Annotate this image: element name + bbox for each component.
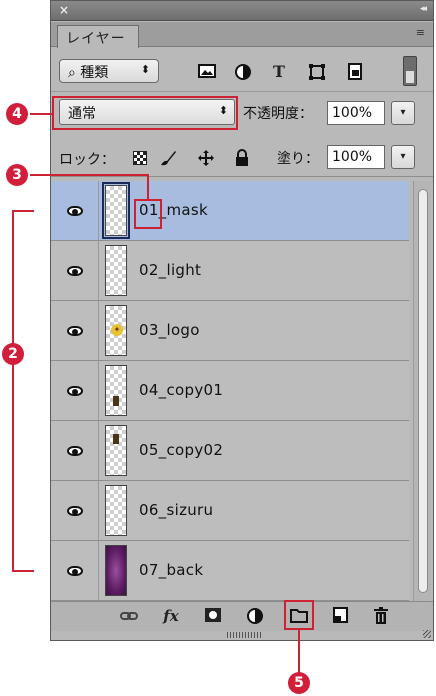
- fill-dropdown-button[interactable]: ▾: [391, 145, 415, 169]
- layer-row[interactable]: ✦ 03_logo: [51, 301, 409, 361]
- lock-row: ロック： 塗り： 100% ▾: [51, 137, 433, 177]
- panel-title-bar: × ◂◂: [51, 1, 433, 21]
- tab-layers[interactable]: レイヤー: [57, 25, 139, 48]
- lock-transparent-icon[interactable]: [131, 149, 149, 167]
- layer-name[interactable]: 02_light: [139, 261, 201, 279]
- copy-thumb-mark: [113, 434, 119, 444]
- highlight-folder-button: [284, 600, 314, 630]
- layer-thumbnail: [105, 425, 127, 476]
- adjustment-icon[interactable]: [245, 606, 265, 626]
- layer-row[interactable]: 01_mask: [51, 181, 409, 241]
- opacity-field[interactable]: 100%: [327, 101, 385, 125]
- bracket-bottom-2: [12, 570, 34, 572]
- callout-2: 2: [2, 343, 24, 365]
- leader-line-3: [30, 174, 148, 176]
- layer-name[interactable]: 06_sizuru: [139, 501, 213, 519]
- tab-row: レイヤー ≡: [51, 22, 433, 48]
- shape-filter-icon[interactable]: [307, 63, 327, 81]
- panel-menu-icon[interactable]: ≡: [416, 26, 425, 39]
- visibility-cell[interactable]: [51, 481, 99, 540]
- lock-pixels-icon[interactable]: [159, 149, 177, 167]
- layer-row[interactable]: 02_light: [51, 241, 409, 301]
- layer-thumbnail: [102, 182, 130, 239]
- smart-object-filter-icon[interactable]: [345, 63, 365, 81]
- visibility-cell[interactable]: [51, 301, 99, 360]
- visibility-cell[interactable]: [51, 361, 99, 420]
- layer-row[interactable]: 05_copy02: [51, 421, 409, 481]
- visibility-cell[interactable]: [51, 541, 99, 600]
- eye-icon[interactable]: [67, 266, 83, 276]
- filter-toggle[interactable]: [403, 56, 417, 86]
- trash-icon[interactable]: [371, 606, 391, 626]
- fx-icon[interactable]: fx: [161, 606, 181, 626]
- layers-scrollbar[interactable]: [413, 181, 431, 601]
- filter-row: ⌕ 種類 ⬍ T: [51, 50, 433, 92]
- lock-label: ロック：: [59, 152, 115, 168]
- copy-thumb-mark: [113, 396, 119, 406]
- layer-thumbnail: [105, 485, 127, 536]
- leader-line-4: [30, 113, 54, 115]
- panel-bottom-bar: fx: [51, 601, 433, 631]
- eye-icon[interactable]: [67, 326, 83, 336]
- new-layer-icon[interactable]: [331, 606, 351, 626]
- close-icon[interactable]: ×: [59, 3, 69, 17]
- highlight-thumbnail-border: [134, 199, 162, 229]
- mask-icon[interactable]: [203, 606, 223, 626]
- visibility-cell[interactable]: [51, 181, 99, 240]
- scroll-thumb[interactable]: [418, 189, 428, 593]
- eye-icon[interactable]: [67, 506, 83, 516]
- resize-grip[interactable]: [227, 632, 261, 638]
- visibility-cell[interactable]: [51, 241, 99, 300]
- layer-thumbnail: [105, 545, 127, 596]
- eye-icon[interactable]: [67, 386, 83, 396]
- layer-thumbnail: [105, 365, 127, 416]
- opacity-label: 不透明度：: [243, 106, 313, 122]
- layer-list: 01_mask 02_light ✦ 03_logo 04_copy01 05_…: [51, 181, 409, 601]
- layer-name[interactable]: 07_back: [139, 561, 203, 579]
- link-icon[interactable]: [119, 606, 139, 626]
- search-icon: ⌕: [68, 65, 76, 81]
- leader-line-5: [298, 630, 300, 674]
- layer-row[interactable]: 06_sizuru: [51, 481, 409, 541]
- layer-name[interactable]: 03_logo: [139, 321, 200, 339]
- logo-thumb-mark: ✦: [111, 324, 123, 336]
- lock-position-icon[interactable]: [197, 149, 215, 167]
- type-filter-icon[interactable]: T: [269, 63, 289, 81]
- layer-thumbnail: [105, 245, 127, 296]
- collapse-icon[interactable]: ◂◂: [420, 4, 427, 14]
- lock-all-icon[interactable]: [233, 149, 251, 167]
- callout-4: 4: [6, 103, 28, 125]
- select-arrows-icon: ⬍: [140, 63, 150, 76]
- callout-5: 5: [288, 672, 310, 694]
- eye-icon[interactable]: [67, 446, 83, 456]
- eye-icon[interactable]: [67, 206, 83, 216]
- layer-name[interactable]: 05_copy02: [139, 441, 223, 459]
- adjustment-filter-icon[interactable]: [233, 63, 253, 81]
- fill-label: 塗り：: [277, 151, 319, 167]
- layer-row[interactable]: 07_back: [51, 541, 409, 601]
- visibility-cell[interactable]: [51, 421, 99, 480]
- filter-kind-label: 種類: [80, 65, 109, 81]
- eye-icon[interactable]: [67, 566, 83, 576]
- filter-kind-select[interactable]: ⌕ 種類 ⬍: [59, 59, 159, 83]
- opacity-dropdown-button[interactable]: ▾: [391, 101, 415, 125]
- callout-3: 3: [6, 164, 28, 186]
- layer-row[interactable]: 04_copy01: [51, 361, 409, 421]
- leader-line-3-vertical: [147, 174, 149, 200]
- bracket-top-2: [12, 210, 34, 212]
- layer-thumbnail: ✦: [105, 305, 127, 356]
- fill-field[interactable]: 100%: [327, 145, 385, 169]
- highlight-blend-mode: [52, 96, 238, 130]
- bracket-line-2: [12, 210, 14, 572]
- image-filter-icon[interactable]: [197, 63, 217, 81]
- layer-name[interactable]: 04_copy01: [139, 381, 223, 399]
- resize-corner[interactable]: [423, 630, 431, 638]
